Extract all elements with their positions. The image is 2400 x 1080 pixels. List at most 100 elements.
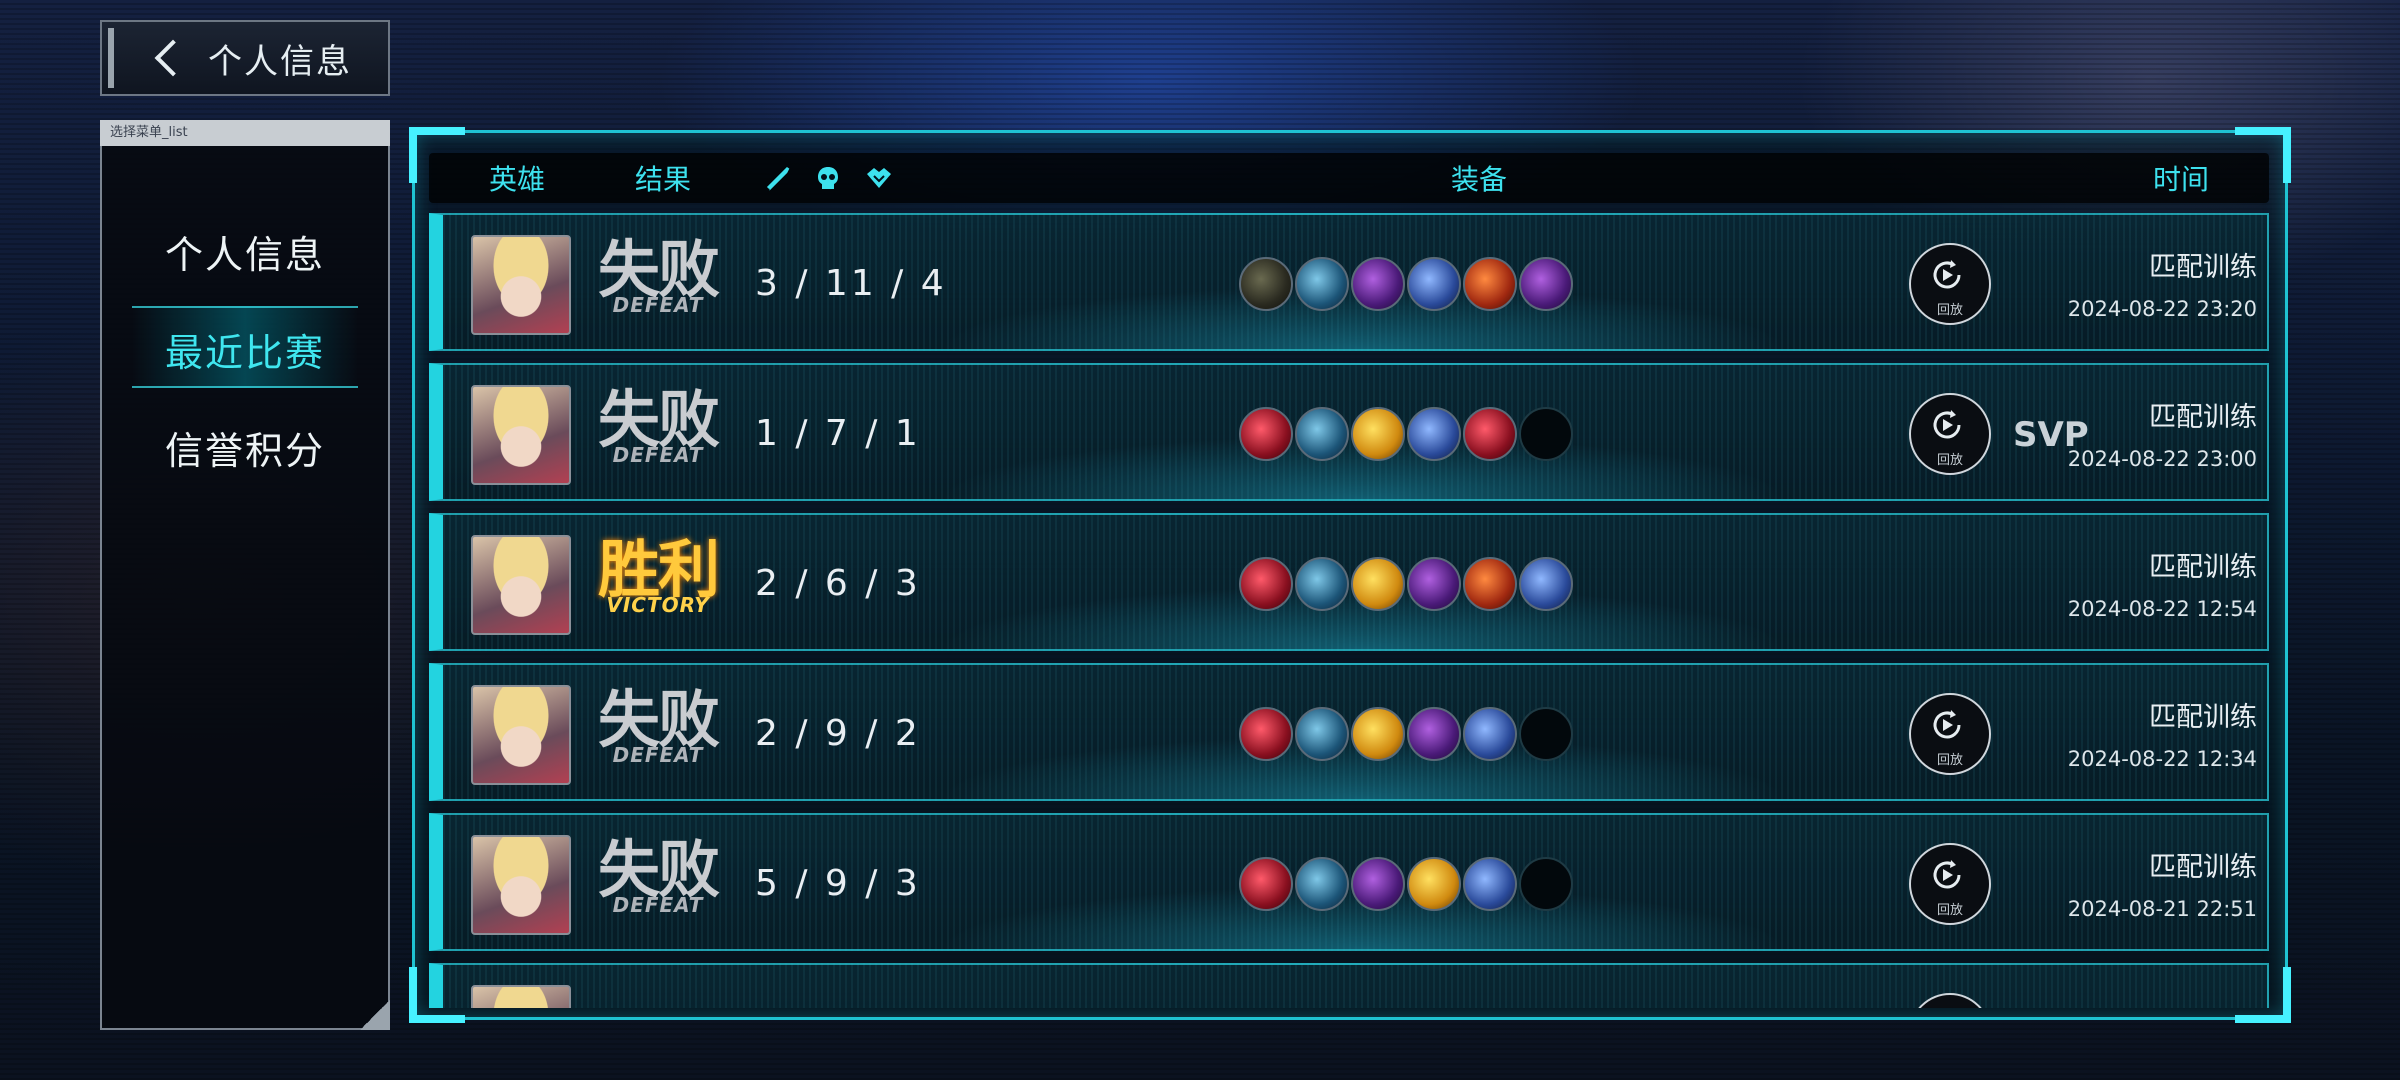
match-row[interactable]: 失败 DEFEAT 5 / 9 / 3 回放 匹配训练 2024-08-21 22:51: [429, 813, 2269, 951]
equipment-list: [1239, 557, 1573, 611]
replay-button[interactable]: 回放: [1909, 993, 1991, 1008]
equipment-list: [1239, 707, 1573, 761]
replay-button[interactable]: 回放: [1909, 243, 1991, 325]
equipment-item-icon: [1463, 857, 1517, 911]
equipment-item-icon: [1351, 557, 1405, 611]
sidebar-tag: 选择菜单_list: [100, 120, 390, 146]
game-mode: 匹配训练: [2149, 402, 2257, 433]
equipment-item-icon: [1519, 707, 1573, 761]
kda-score: 2 / 9 / 2: [755, 713, 921, 754]
replay-label: 回放: [1936, 753, 1963, 768]
kda-score: 1 / 7 / 1: [755, 413, 921, 454]
game-mode: 匹配训练: [2149, 702, 2257, 733]
equipment-item-icon: [1351, 257, 1405, 311]
game-mode: 匹配训练: [2149, 252, 2257, 283]
equipment-item-icon: [1295, 857, 1349, 911]
equipment-item-icon: [1463, 257, 1517, 311]
match-result: 胜利 VICTORY: [593, 537, 723, 618]
result-text-en: VICTORY: [606, 593, 710, 617]
replay-label: 回放: [1936, 303, 1963, 318]
back-button[interactable]: 个人信息: [100, 20, 390, 96]
equipment-item-icon: [1239, 857, 1293, 911]
equipment-item-icon: [1519, 857, 1573, 911]
replay-label: 回放: [1936, 903, 1963, 918]
match-list[interactable]: 失败 DEFEAT 3 / 11 / 4 回放 匹配训练 2024-08-22 23:20…: [429, 213, 2269, 1008]
replay-icon: [1929, 1007, 1965, 1008]
header-hero: 英雄: [489, 163, 546, 196]
replay-label: 回放: [1936, 453, 1963, 468]
equipment-item-icon: [1463, 407, 1517, 461]
chevron-left-icon: [154, 39, 192, 77]
kda-score: 5 / 9 / 3: [755, 863, 921, 904]
sidebar: 个人信息 最近比赛 信誉积分: [100, 146, 390, 1030]
header-result: 结果: [635, 163, 692, 196]
equipment-item-icon: [1407, 407, 1461, 461]
equipment-list: [1239, 407, 1573, 461]
equipment-item-icon: [1239, 407, 1293, 461]
equipment-item-icon: [1519, 407, 1573, 461]
equipment-item-icon: [1407, 557, 1461, 611]
sword-icon: [766, 166, 790, 191]
equipment-item-icon: [1463, 557, 1517, 611]
equipment-item-icon: [1239, 707, 1293, 761]
match-row[interactable]: 失败 DEFEAT 2 / 9 / 2 回放 匹配训练 2024-08-22 12:34: [429, 663, 2269, 801]
equipment-item-icon: [1519, 557, 1573, 611]
hero-avatar: [471, 535, 571, 635]
back-button-label: 个人信息: [208, 41, 352, 82]
equipment-item-icon: [1351, 857, 1405, 911]
game-mode: 匹配训练: [2149, 852, 2257, 883]
kda-score: 2 / 6 / 3: [755, 563, 921, 604]
hero-avatar: [471, 985, 571, 1008]
match-datetime: 2024-08-22 12:34: [2067, 747, 2257, 771]
replay-button[interactable]: 回放: [1909, 693, 1991, 775]
match-row[interactable]: 回放: [429, 963, 2269, 1008]
sidebar-item-recent-matches[interactable]: 最近比赛: [102, 322, 388, 377]
hero-avatar: [471, 385, 571, 485]
header-time: 时间: [2153, 163, 2210, 196]
sidebar-item-profile[interactable]: 个人信息: [102, 224, 388, 279]
hero-avatar: [471, 685, 571, 785]
kda-score: 3 / 11 / 4: [755, 263, 947, 304]
equipment-list: [1239, 257, 1573, 311]
equipment-item-icon: [1407, 257, 1461, 311]
header-equipment: 装备: [1451, 163, 1508, 196]
equipment-item-icon: [1463, 707, 1517, 761]
equipment-item-icon: [1519, 257, 1573, 311]
header-kda-icons: [764, 164, 894, 192]
match-result: 失败 DEFEAT: [593, 387, 723, 468]
replay-button[interactable]: 回放: [1909, 843, 1991, 925]
match-row[interactable]: 失败 DEFEAT 1 / 7 / 1 回放 SVP 匹配训练 2024-08-22 23:…: [429, 363, 2269, 501]
equipment-item-icon: [1295, 557, 1349, 611]
sidebar-item-credit-score[interactable]: 信誉积分: [102, 420, 388, 475]
equipment-item-icon: [1351, 707, 1405, 761]
table-header: 英雄 结果 装备 时间: [429, 153, 2269, 203]
equipment-item-icon: [1351, 407, 1405, 461]
handshake-icon: [867, 168, 891, 188]
match-row[interactable]: 胜利 VICTORY 2 / 6 / 3 匹配训练 2024-08-22 12:54: [429, 513, 2269, 651]
replay-icon: [1933, 260, 1961, 289]
match-result: 失败 DEFEAT: [593, 837, 723, 918]
replay-icon: [1933, 710, 1961, 739]
replay-icon: [1933, 410, 1961, 439]
equipment-item-icon: [1239, 257, 1293, 311]
replay-icon: [1933, 860, 1961, 889]
game-mode: 匹配训练: [2149, 552, 2257, 583]
equipment-item-icon: [1295, 407, 1349, 461]
equipment-item-icon: [1295, 707, 1349, 761]
match-result: 失败 DEFEAT: [593, 687, 723, 768]
match-datetime: 2024-08-22 23:00: [2067, 447, 2257, 471]
equipment-item-icon: [1295, 257, 1349, 311]
match-row[interactable]: 失败 DEFEAT 3 / 11 / 4 回放 匹配训练 2024-08-22 23:20: [429, 213, 2269, 351]
hero-avatar: [471, 835, 571, 935]
equipment-list: [1239, 857, 1573, 911]
equipment-item-icon: [1407, 857, 1461, 911]
equipment-item-icon: [1239, 557, 1293, 611]
match-datetime: 2024-08-22 12:54: [2067, 597, 2257, 621]
match-result: 失败 DEFEAT: [593, 237, 723, 318]
hero-avatar: [471, 235, 571, 335]
match-history-panel: 英雄 结果 装备 时间 失败 DEFEAT 3 / 11 / 4 回放 匹配训练 2024…: [409, 127, 2291, 1023]
match-datetime: 2024-08-21 22:51: [2067, 897, 2257, 921]
equipment-item-icon: [1407, 707, 1461, 761]
skull-icon: [818, 167, 838, 189]
replay-button[interactable]: 回放: [1909, 393, 1991, 475]
